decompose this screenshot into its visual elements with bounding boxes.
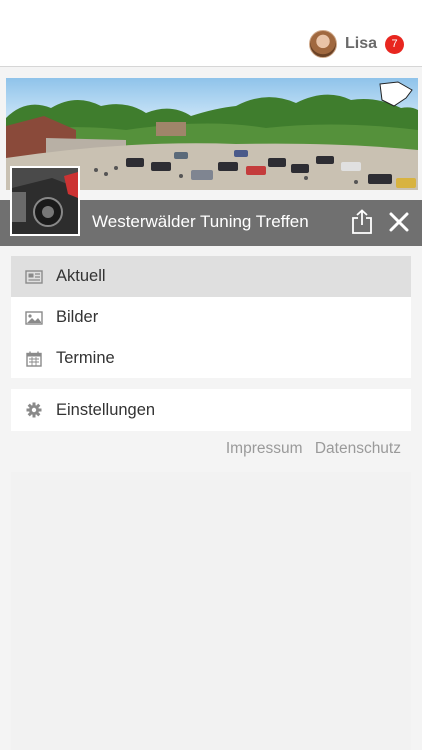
menu-item-bilder[interactable]: Bilder [11,297,411,338]
top-bar: Lisa 7 [0,0,422,67]
menu-label-termine: Termine [56,349,115,367]
group-header: Westerwälder Tuning Treffen [0,68,422,246]
share-button[interactable] [350,209,374,235]
group-avatar[interactable] [10,166,80,236]
menu-label-einstellungen: Einstellungen [56,400,156,419]
user-avatar[interactable] [308,30,337,58]
menu-label-bilder: Bilder [56,308,99,326]
close-button[interactable] [388,211,410,233]
gear-icon [26,402,42,418]
impressum-link[interactable]: Impressum [226,440,303,457]
main-menu: Aktuell Bilder Termine [11,256,411,378]
content-area [11,472,411,750]
group-title: Westerwälder Tuning Treffen [92,212,309,231]
menu-item-einstellungen[interactable]: Einstellungen [11,389,411,431]
settings-menu: Einstellungen [11,389,411,431]
calendar-icon [26,351,42,367]
close-icon [389,212,409,232]
share-icon [352,209,372,234]
menu-item-aktuell[interactable]: Aktuell [11,256,411,297]
user-name[interactable]: Lisa [345,35,377,53]
menu-item-termine[interactable]: Termine [11,338,411,379]
footer-links: Impressum Datenschutz [218,440,401,458]
newspaper-icon [25,269,43,284]
image-icon [25,310,43,325]
menu-label-aktuell: Aktuell [56,267,106,285]
notification-badge[interactable]: 7 [385,34,404,54]
user-profile[interactable]: Lisa 7 [308,29,404,59]
datenschutz-link[interactable]: Datenschutz [315,440,401,457]
